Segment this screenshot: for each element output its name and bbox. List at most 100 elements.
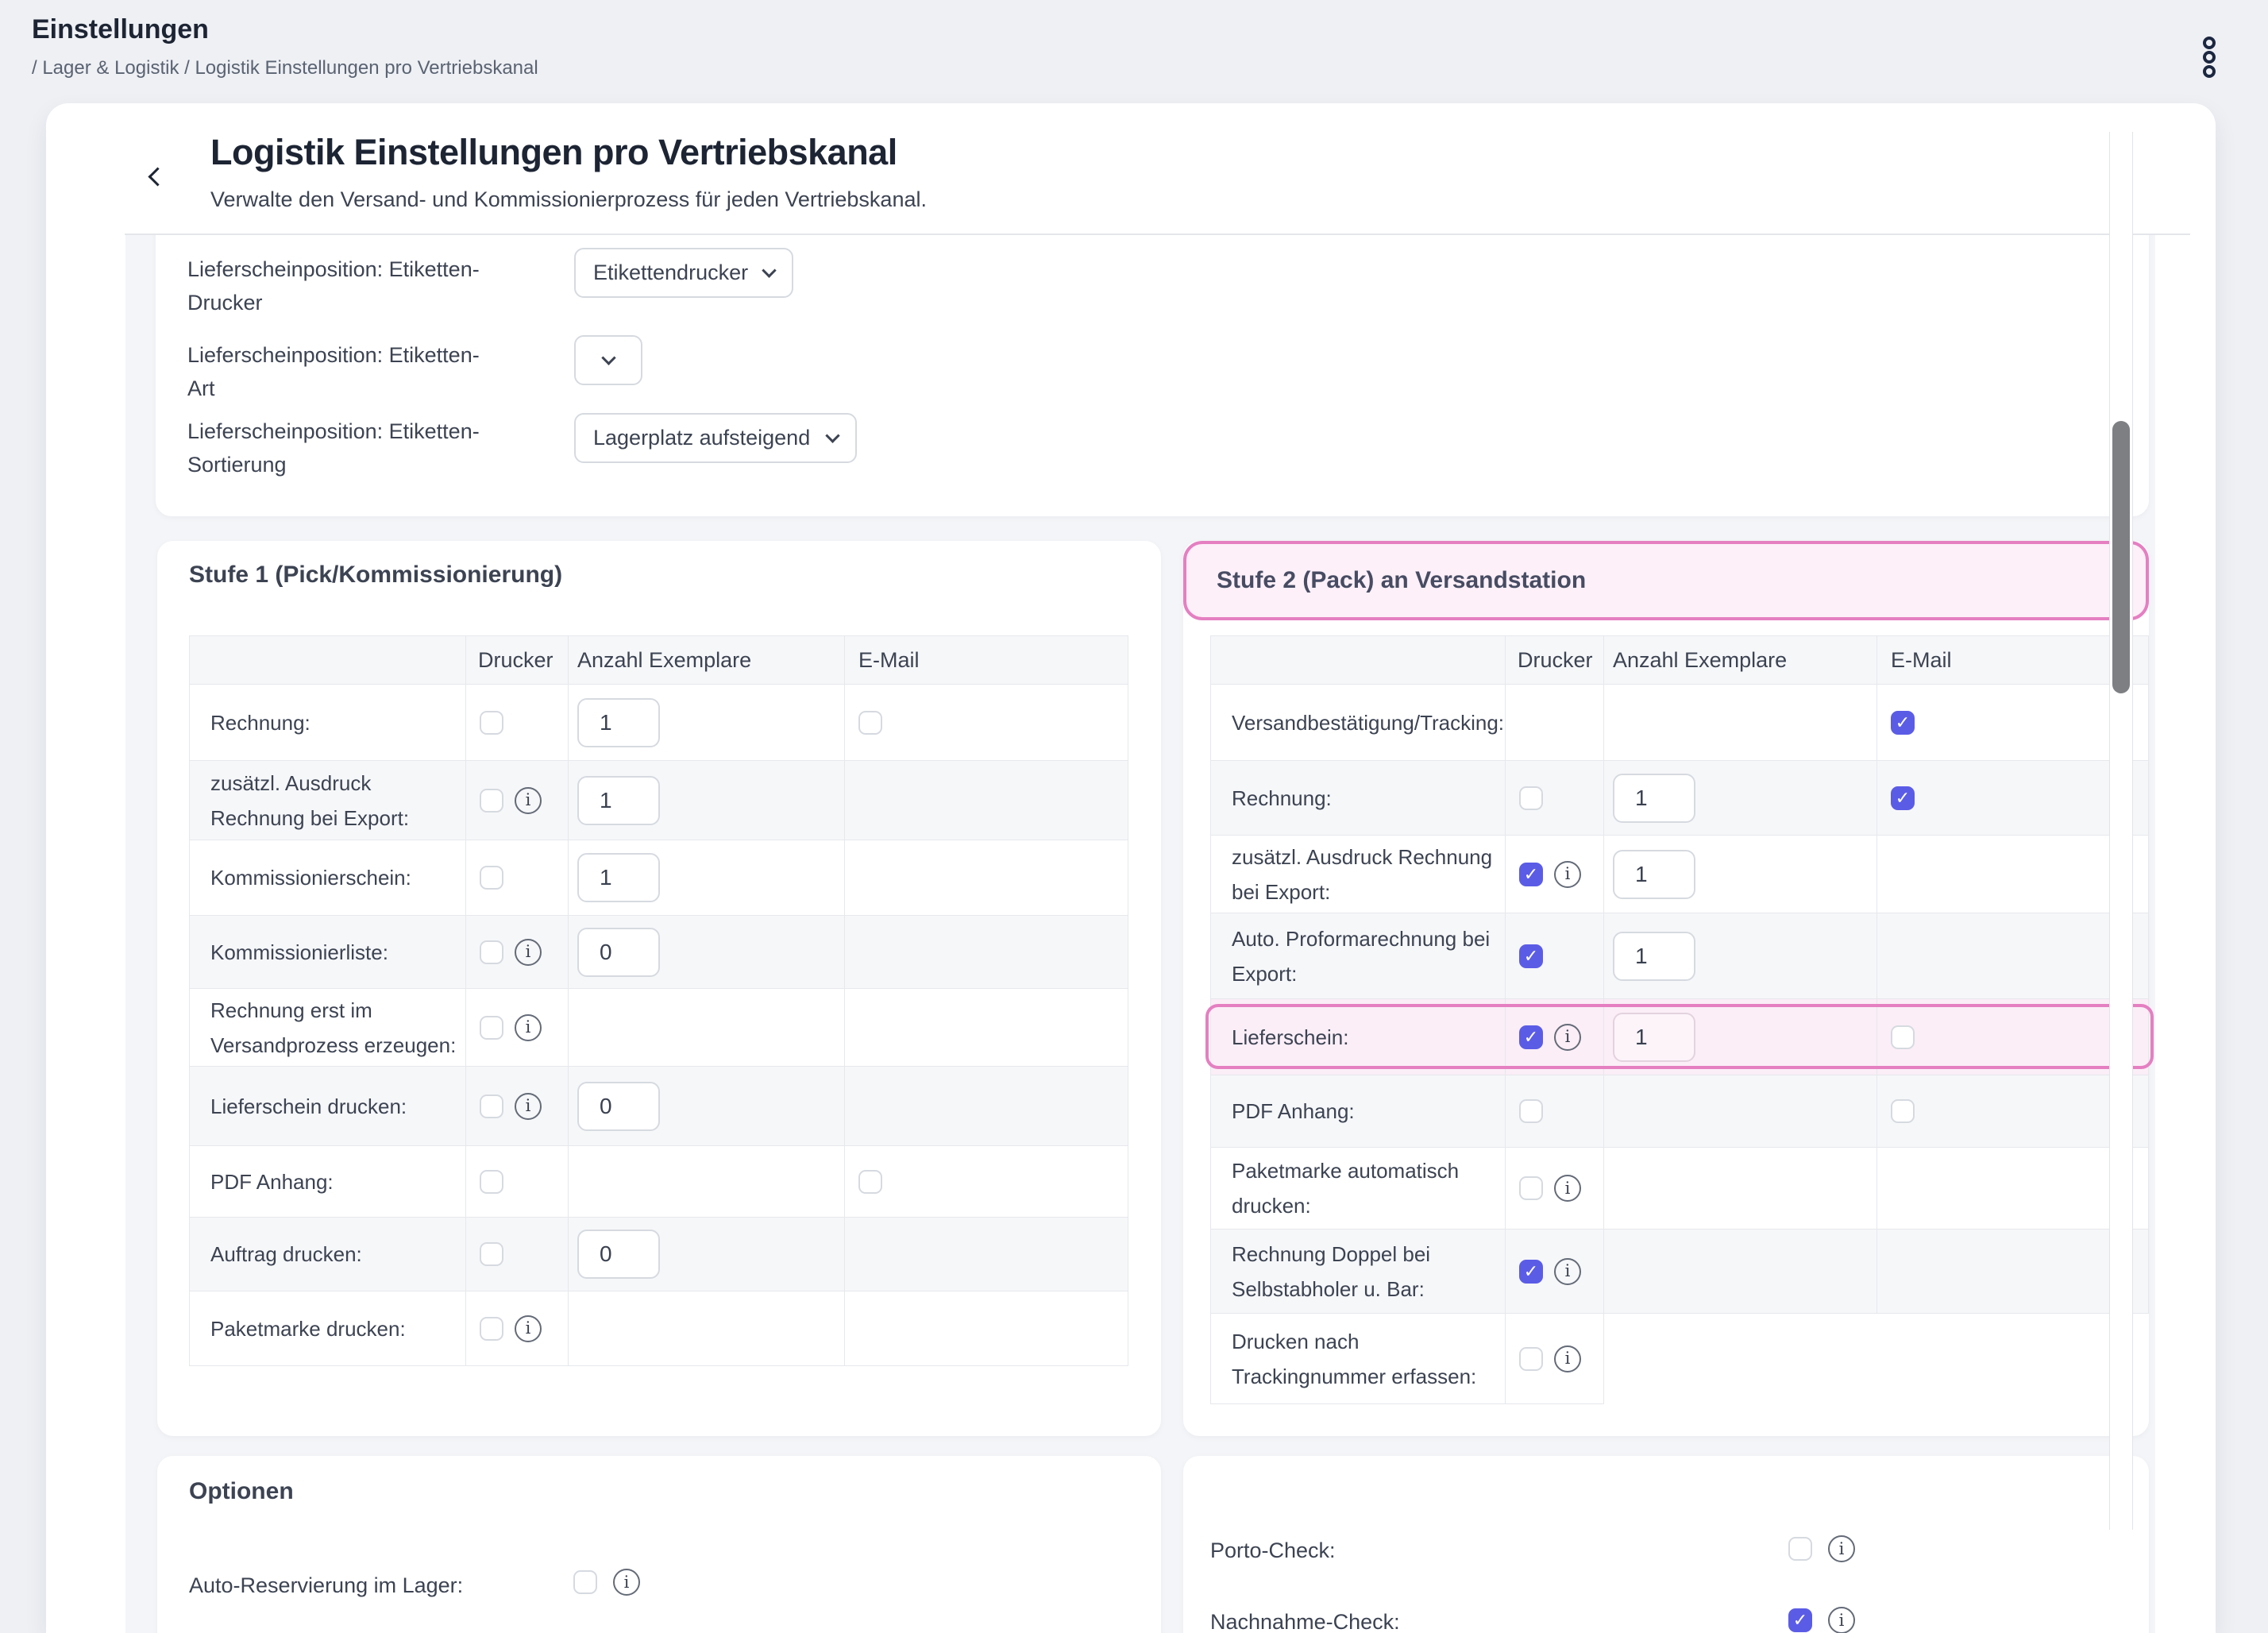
printer-checkbox[interactable] — [480, 1317, 503, 1341]
check-label: Porto-Check: — [1210, 1538, 1336, 1563]
copies-cell — [569, 1067, 845, 1146]
email-checkbox[interactable] — [858, 1170, 882, 1194]
copies-cell — [569, 1218, 845, 1291]
email-cell — [845, 840, 1128, 916]
info-icon[interactable] — [1554, 1024, 1581, 1051]
printer-checkbox[interactable] — [1519, 1347, 1543, 1371]
row-label: Versandbestätigung/Tracking: — [1232, 705, 1504, 740]
row-label-cell: Paketmarke drucken: — [189, 1291, 466, 1366]
info-icon[interactable] — [1554, 1258, 1581, 1285]
scrollbar-track[interactable] — [2109, 132, 2133, 1530]
kebab-menu-icon[interactable] — [2203, 37, 2227, 84]
printer-checkbox[interactable] — [480, 866, 503, 890]
row-label: Auto. Proformarechnung bei Export: — [1232, 921, 1497, 991]
copies-input[interactable] — [577, 928, 660, 977]
table-row: Paketmarke drucken: — [189, 1291, 1128, 1366]
copies-input[interactable] — [577, 1082, 660, 1131]
table-row: PDF Anhang: — [1210, 1075, 2149, 1148]
option-label: Auto-Reservierung im Lager: — [189, 1573, 463, 1598]
chevron-down-icon — [825, 428, 839, 442]
check-controls — [1788, 1607, 1855, 1633]
email-cell — [1877, 1314, 2149, 1404]
printer-checkbox[interactable] — [1519, 1025, 1543, 1049]
option-checkbox[interactable] — [573, 1570, 597, 1594]
printer-cell — [1506, 999, 1604, 1075]
printer-checkbox[interactable] — [480, 940, 503, 964]
info-icon[interactable] — [1554, 1175, 1581, 1202]
check-checkbox[interactable] — [1788, 1537, 1812, 1561]
printer-checkbox[interactable] — [1519, 1176, 1543, 1200]
stage2-panel: Stufe 2 (Pack) an Versandstation Drucker… — [1183, 541, 2149, 1436]
copies-input[interactable] — [1613, 774, 1695, 823]
printer-checkbox[interactable] — [1519, 863, 1543, 886]
check-checkbox[interactable] — [1788, 1608, 1812, 1632]
email-cell — [1877, 999, 2149, 1075]
printer-checkbox[interactable] — [480, 789, 503, 813]
printer-cell — [1506, 1075, 1604, 1148]
back-button[interactable] — [140, 152, 175, 191]
printer-checkbox[interactable] — [480, 711, 503, 735]
printer-checkbox[interactable] — [480, 1170, 503, 1194]
email-checkbox[interactable] — [1891, 711, 1915, 735]
copies-input[interactable] — [1613, 932, 1695, 981]
select-label-sorting[interactable]: Lagerplatz aufsteigend — [574, 413, 857, 463]
info-icon[interactable] — [515, 1315, 542, 1342]
printer-checkbox[interactable] — [1519, 1099, 1543, 1123]
copies-input[interactable] — [577, 1230, 660, 1279]
email-checkbox[interactable] — [1891, 1099, 1915, 1123]
scrollbar-thumb[interactable] — [2112, 421, 2130, 693]
printer-checkbox[interactable] — [1519, 786, 1543, 810]
select-label-type[interactable] — [574, 335, 642, 385]
table-row: Kommissionierschein: — [189, 840, 1128, 916]
row-label: Kommissionierschein: — [210, 860, 411, 895]
table-row: Rechnung: — [189, 685, 1128, 761]
email-checkbox[interactable] — [858, 711, 882, 735]
table-row: Lieferschein drucken: — [189, 1067, 1128, 1146]
check-controls — [1788, 1535, 1855, 1562]
info-icon[interactable] — [613, 1569, 640, 1596]
copies-cell — [569, 685, 845, 761]
copies-input[interactable] — [1613, 1013, 1695, 1062]
printer-cell — [466, 989, 569, 1067]
info-icon[interactable] — [1828, 1535, 1855, 1562]
table-row: Paketmarke automatisch drucken: — [1210, 1148, 2149, 1230]
info-icon[interactable] — [515, 787, 542, 814]
email-cell — [1877, 1075, 2149, 1148]
info-icon[interactable] — [1828, 1607, 1855, 1633]
info-icon[interactable] — [515, 1014, 542, 1041]
email-cell — [845, 1146, 1128, 1218]
row-label-cell: Lieferschein: — [1210, 999, 1506, 1075]
table-row: Versandbestätigung/Tracking: — [1210, 685, 2149, 761]
scroll-area[interactable]: Lieferscheinposition: Etiketten-DruckerE… — [125, 235, 2155, 1633]
stage1-panel: Stufe 1 (Pick/Kommissionierung) DruckerA… — [157, 541, 1161, 1436]
copies-input[interactable] — [577, 853, 660, 902]
row-label: Paketmarke automatisch drucken: — [1232, 1153, 1497, 1223]
copies-input[interactable] — [1613, 850, 1695, 899]
email-cell — [845, 1067, 1128, 1146]
copies-cell — [569, 840, 845, 916]
copies-cell — [569, 761, 845, 840]
info-icon[interactable] — [515, 939, 542, 966]
copies-input[interactable] — [577, 776, 660, 825]
copies-cell — [569, 916, 845, 989]
select-label-printer[interactable]: Etikettendrucker — [574, 248, 793, 298]
info-icon[interactable] — [1554, 1345, 1581, 1372]
option-controls — [573, 1569, 640, 1596]
printer-checkbox[interactable] — [480, 1016, 503, 1040]
printer-cell — [466, 840, 569, 916]
email-checkbox[interactable] — [1891, 1025, 1915, 1049]
info-icon[interactable] — [1554, 861, 1581, 888]
row-label: Drucken nach Trackingnummer erfassen: — [1232, 1324, 1497, 1394]
info-icon[interactable] — [515, 1093, 542, 1120]
printer-checkbox[interactable] — [1519, 944, 1543, 968]
printer-checkbox[interactable] — [480, 1094, 503, 1118]
copies-cell — [1604, 999, 1877, 1075]
row-label-cell: PDF Anhang: — [189, 1146, 466, 1218]
copies-input[interactable] — [577, 698, 660, 747]
printer-checkbox[interactable] — [1519, 1260, 1543, 1284]
printer-cell — [466, 916, 569, 989]
printer-checkbox[interactable] — [480, 1242, 503, 1266]
label-settings-panel: Lieferscheinposition: Etiketten-DruckerE… — [156, 235, 2149, 516]
email-cell — [1877, 913, 2149, 999]
email-checkbox[interactable] — [1891, 786, 1915, 810]
